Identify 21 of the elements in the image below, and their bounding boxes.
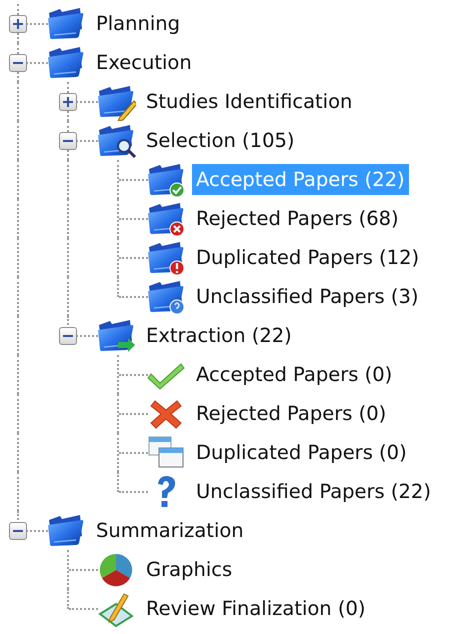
collapse-toggle[interactable] xyxy=(9,54,27,72)
tree-item[interactable]: Duplicated Papers (0) xyxy=(192,437,411,468)
tree-item[interactable]: Extraction (22) xyxy=(142,320,296,351)
tree-item[interactable]: Unclassified Papers (3) xyxy=(192,281,423,312)
tree-item[interactable]: Summarization xyxy=(92,515,248,546)
tree-item[interactable]: Planning xyxy=(92,8,184,39)
tree-item[interactable]: Unclassified Papers (22) xyxy=(192,476,435,507)
expand-toggle[interactable] xyxy=(9,15,27,33)
tree-item[interactable]: Duplicated Papers (12) xyxy=(192,242,424,273)
tree-item[interactable]: Rejected Papers (0) xyxy=(192,398,390,429)
tree-item[interactable]: Review Finalization (0) xyxy=(142,593,370,624)
collapse-toggle[interactable] xyxy=(9,522,27,540)
tree-item[interactable]: Selection (105) xyxy=(142,125,298,156)
collapse-toggle[interactable] xyxy=(59,132,77,150)
expand-toggle[interactable] xyxy=(59,93,77,111)
tree-item[interactable]: Rejected Papers (68) xyxy=(192,203,403,234)
tree-item[interactable]: Graphics xyxy=(142,554,236,585)
collapse-toggle[interactable] xyxy=(59,327,77,345)
tree-item[interactable]: Accepted Papers (0) xyxy=(192,359,396,390)
tree-item[interactable]: Execution xyxy=(92,47,196,78)
tree-item[interactable]: Studies Identification xyxy=(142,86,356,117)
